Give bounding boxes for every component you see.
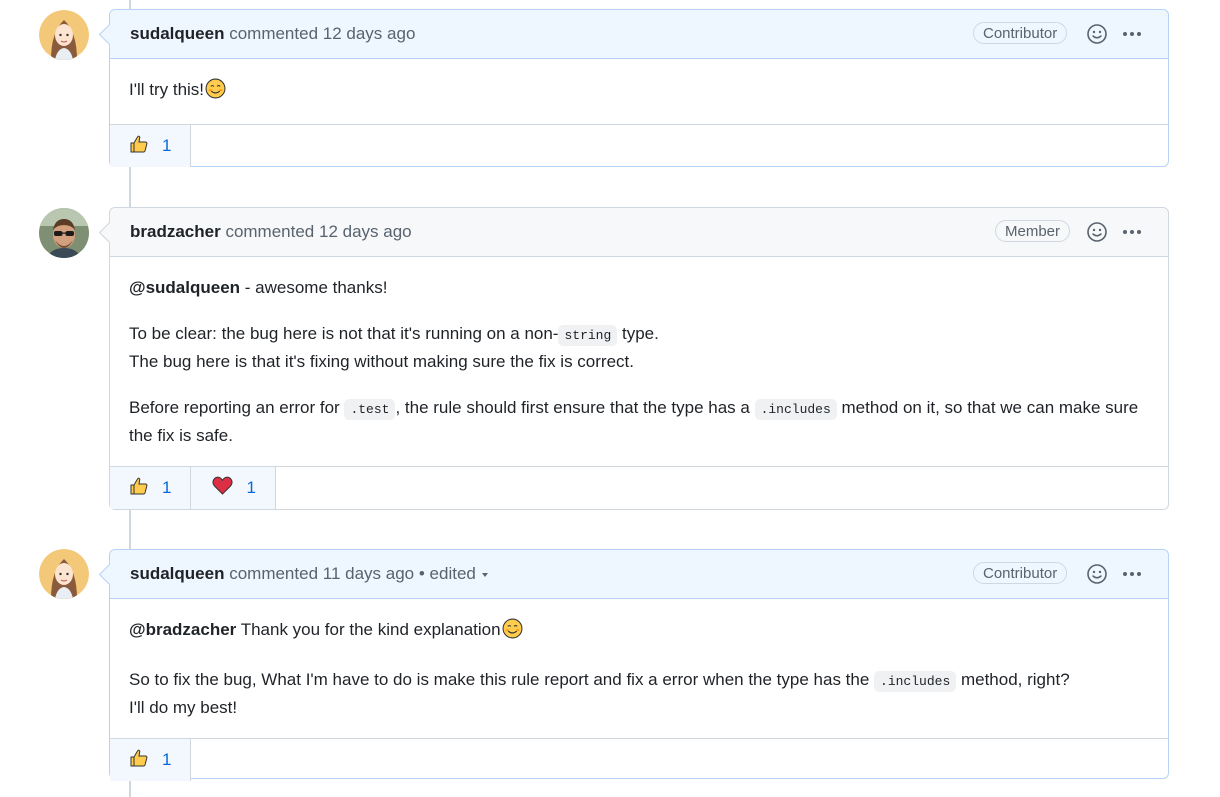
comment-text: I'll try this! <box>129 80 205 99</box>
author-link[interactable]: sudalqueen <box>130 564 224 583</box>
comment-header: bradzacher commented 12 days ago Member <box>110 208 1168 257</box>
thumbs-up-emoji-icon <box>129 748 149 773</box>
avatar-sudalqueen-image <box>39 10 89 60</box>
comment-text: Thank you for the kind explanation <box>236 620 501 639</box>
comment-body: @bradzacher Thank you for the kind expla… <box>110 599 1168 721</box>
action-text: commented <box>229 24 319 43</box>
role-badge: Contributor <box>973 22 1068 44</box>
reaction-thumbs-up[interactable]: 1 <box>110 125 192 167</box>
comment-box: sudalqueen commented 12 days ago Contrib… <box>109 9 1169 167</box>
thumbs-up-emoji-icon <box>129 476 149 501</box>
avatar-bradzacher-image <box>39 208 89 258</box>
reaction-count: 1 <box>246 478 256 497</box>
reaction-count: 1 <box>162 478 172 497</box>
comment-header: sudalqueen commented 12 days ago Contrib… <box>110 10 1168 59</box>
edited-label: • edited <box>418 564 476 583</box>
comment-text: To be clear: the bug here is not that it… <box>129 324 559 343</box>
inline-code: .includes <box>754 399 837 420</box>
inline-code: string <box>558 325 618 346</box>
author-link[interactable]: sudalqueen <box>130 24 224 43</box>
comment-body: I'll try this! <box>110 59 1168 107</box>
smiley-icon[interactable] <box>1086 563 1108 585</box>
thumbs-up-emoji-icon <box>129 134 149 159</box>
reaction-thumbs-up[interactable]: 1 <box>110 467 192 509</box>
comment-box: sudalqueen commented 11 days ago • edite… <box>109 549 1169 781</box>
inline-code: .test <box>344 399 396 420</box>
comment-header-text: sudalqueen commented 12 days ago <box>130 24 415 44</box>
reaction-count: 1 <box>162 750 172 769</box>
avatar[interactable] <box>39 208 89 258</box>
caret-down-icon <box>481 572 488 577</box>
user-mention-link[interactable]: @bradzacher <box>129 620 236 639</box>
comment-text: method, right? <box>956 670 1070 689</box>
kebab-horizontal-icon[interactable] <box>1121 563 1143 585</box>
edited-history-dropdown[interactable]: • edited <box>419 564 488 583</box>
smiley-icon[interactable] <box>1086 221 1108 243</box>
avatar[interactable] <box>39 549 89 599</box>
comment-box: bradzacher commented 12 days ago Member … <box>109 207 1169 510</box>
inline-code: .includes <box>874 671 957 692</box>
action-text: commented <box>225 222 315 241</box>
reaction-count: 1 <box>162 136 172 155</box>
reactions-bar: 1 <box>110 124 1168 167</box>
action-text: commented <box>229 564 319 583</box>
timestamp-link[interactable]: 12 days ago <box>323 24 416 43</box>
comment-header-text: sudalqueen commented 11 days ago • edite… <box>130 564 488 584</box>
comment-text: - awesome thanks! <box>240 278 388 297</box>
reactions-bar: 1 1 <box>110 466 1168 509</box>
comment-text: So to fix the bug, What I'm have to do i… <box>129 670 875 689</box>
reaction-heart[interactable]: 1 <box>191 467 276 509</box>
comment-body: @sudalqueen - awesome thanks! To be clea… <box>110 257 1168 449</box>
comment-text: , the rule should first ensure that the … <box>395 398 755 417</box>
timestamp-link[interactable]: 11 days ago <box>323 564 414 583</box>
author-link[interactable]: bradzacher <box>130 222 221 241</box>
role-badge: Member <box>995 220 1071 242</box>
smiley-icon[interactable] <box>1086 23 1108 45</box>
comment-text: The bug here is that it's fixing without… <box>129 352 634 371</box>
kebab-horizontal-icon[interactable] <box>1121 23 1143 45</box>
comment-text: type. <box>617 324 659 343</box>
role-badge: Contributor <box>973 562 1068 584</box>
kebab-horizontal-icon[interactable] <box>1121 221 1143 243</box>
user-mention-link[interactable]: @sudalqueen <box>129 278 240 297</box>
comment-text: Before reporting an error for <box>129 398 345 417</box>
avatar-sudalqueen-image <box>39 549 89 599</box>
comment-header: sudalqueen commented 11 days ago • edite… <box>110 550 1168 599</box>
avatar[interactable] <box>39 10 89 60</box>
comment-header-text: bradzacher commented 12 days ago <box>130 222 412 242</box>
timestamp-link[interactable]: 12 days ago <box>319 222 412 241</box>
blush-emoji-icon <box>205 78 226 107</box>
reaction-thumbs-up[interactable]: 1 <box>110 739 192 781</box>
heart-emoji-icon <box>212 476 234 500</box>
blush-emoji-icon <box>502 618 523 647</box>
reactions-bar: 1 <box>110 738 1168 781</box>
comment-text: I'll do my best! <box>129 698 238 717</box>
